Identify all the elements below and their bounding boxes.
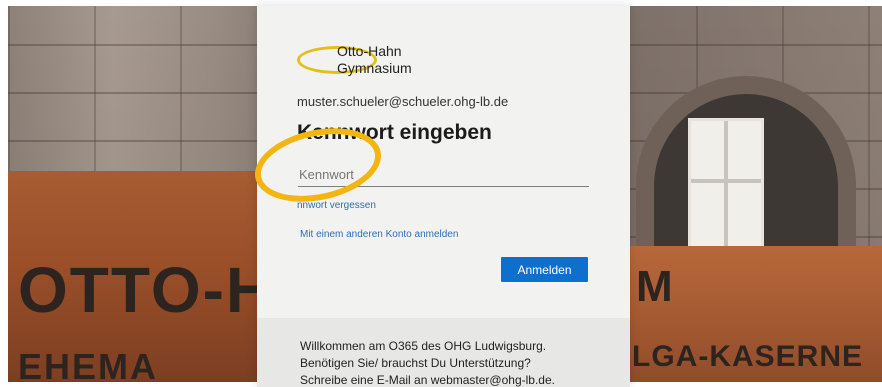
logo-text-line2: Gymnasium [337,60,412,76]
sign-text-left-bottom: EHEMA [18,346,159,382]
footer-line-2: Benötigen Sie/ brauchst Du Unterstützung… [300,356,531,370]
building-window [688,118,764,252]
sign-in-button[interactable]: Anmelden [501,257,588,282]
sign-text-left-top: OTTO-H [18,254,275,326]
sign-text-right-top: M [636,262,673,311]
sign-text-right-bottom: LGA-KASERNE [632,340,864,373]
footer-line-3: Schreibe eine E-Mail an webmaster@ohg-lb… [300,373,555,387]
welcome-footer: Willkommen am O365 des OHG Ludwigsburg. … [257,318,630,387]
logo-text-line1: Otto-Hahn [337,43,402,59]
footer-line-1: Willkommen am O365 des OHG Ludwigsburg. [300,339,547,353]
login-dialog: Otto-Hahn Gymnasium muster.schueler@schu… [248,6,630,387]
other-account-link[interactable]: Mit einem anderen Konto anmelden [300,229,458,240]
forgot-password-link[interactable]: nnwort vergessen [297,200,376,211]
account-email: muster.schueler@schueler.ohg-lb.de [297,94,509,109]
